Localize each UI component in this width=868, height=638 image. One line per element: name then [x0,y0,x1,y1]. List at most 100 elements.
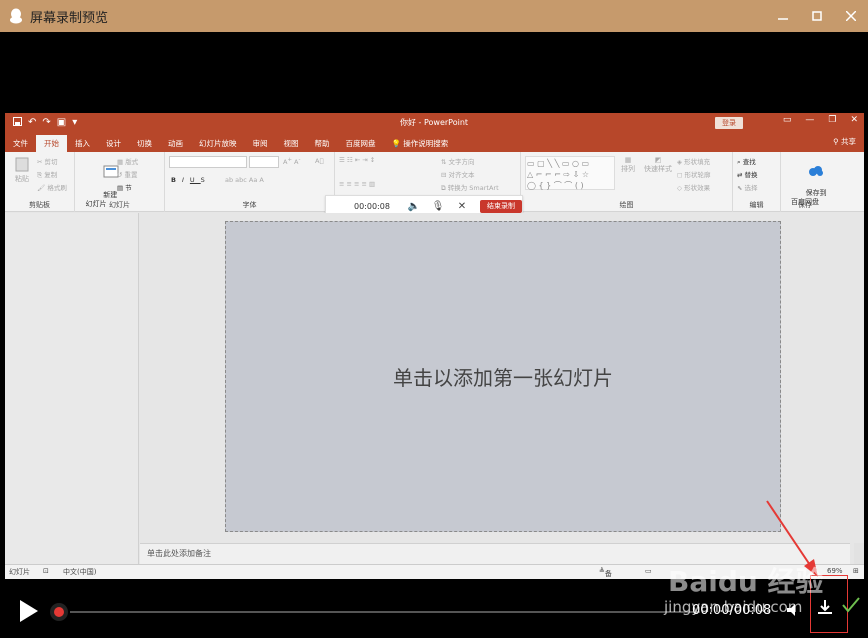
customize-qat-icon[interactable]: ▾ [72,117,77,129]
tab-slideshow[interactable]: 幻灯片放映 [191,135,245,152]
clear-format-icon[interactable]: A⃠ [315,157,323,165]
maximize-button[interactable] [800,0,834,32]
normal-view-icon[interactable]: ▭ [645,567,652,575]
format-painter-button[interactable]: 🖌 格式刷 [37,182,67,192]
grow-font-icon[interactable]: A+ A- [283,157,300,166]
font-size-select[interactable] [249,156,279,168]
quick-styles-label: 快速样式 [644,165,672,173]
close-recording-icon[interactable]: ✕ [450,201,474,212]
align-text-button[interactable]: ⊟ 对齐文本 [441,169,475,179]
undo-icon[interactable]: ↶ [28,117,36,129]
editing-group-label: 编辑 [749,201,764,209]
shape-outline-button[interactable]: ◻ 形状轮廓 [677,169,710,179]
slide-placeholder-text[interactable]: 单击以添加第一张幻灯片 [393,362,613,391]
tab-home[interactable]: 开始 [36,135,67,152]
tell-me-search[interactable]: 💡 操作说明搜索 [384,135,457,152]
ppt-close-icon[interactable]: ✕ [850,115,858,125]
replace-button[interactable]: ⇄ 替换 [737,169,758,179]
section-button[interactable]: ▤ 节 [117,182,132,192]
zoom-level[interactable]: 69% [827,567,843,575]
tab-transitions[interactable]: 切换 [129,135,160,152]
close-button[interactable] [834,0,868,32]
reset-label: 重置 [124,171,138,179]
shape-effects-button[interactable]: ◇ 形状效果 [677,182,710,192]
select-button[interactable]: ⬉ 选择 [737,182,758,192]
font-style-buttons[interactable]: BIUS [171,176,211,184]
group-slides: 新建 幻灯片 ▦ 版式 ↺ 重置 ▤ 节 幻灯片 [75,152,165,212]
start-from-beginning-icon[interactable]: ▣ [57,117,66,129]
ppt-doc-title: 你好 - PowerPoint [400,118,469,127]
cloud-icon [809,166,824,176]
tab-insert[interactable]: 插入 [67,135,98,152]
stop-recording-button[interactable]: 结束录制 [480,199,522,213]
font-name-select[interactable] [169,156,247,168]
minimize-button[interactable] [766,0,800,32]
play-icon[interactable] [20,600,38,622]
tell-me-label: 操作说明搜索 [403,139,449,148]
copy-button[interactable]: ⎘ 复制 [37,169,57,180]
tab-baidu-netdisk[interactable]: 百度网盘 [338,135,384,152]
find-button[interactable]: ⌕ 查找 [737,156,756,167]
paste-button[interactable]: 粘贴 [11,156,33,184]
tab-file[interactable]: 文件 [5,135,36,152]
shape-fill-button[interactable]: ◈ 形状填充 [677,156,710,166]
share-label: 共享 [841,137,856,146]
shape-outline-label: 形状轮廓 [684,171,711,179]
ppt-restore-icon[interactable]: ❐ [828,115,836,125]
smartart-label: 转换为 SmartArt [447,184,499,192]
notes-toggle[interactable]: ≜ 备注 [599,567,612,578]
arrange-button[interactable]: ▦ 排列 [617,156,639,174]
save-icon[interactable] [13,117,22,129]
redo-icon[interactable]: ↷ [42,117,50,129]
ppt-minimize-icon[interactable]: — [805,115,814,125]
ribbon-display-options-icon[interactable]: ▭ [783,115,792,125]
tab-review[interactable]: 审阅 [245,135,276,152]
shapes-gallery[interactable]: ▭ ▢ ╲ ╲ ▭ ○ ▭ △ ⌐ ⌐ ⌐ ⇨ ⇩ ☆ ◯ { } ⌒ ⌒ ( ) [525,156,615,190]
microphone-icon[interactable]: 🎙 [426,201,450,212]
cut-label: 剪切 [44,158,58,166]
share-button[interactable]: ⚲ 共享 [833,136,856,147]
fit-slide-icon[interactable]: ⊞ [853,567,859,575]
reset-button[interactable]: ↺ 重置 [117,169,138,179]
tab-animations[interactable]: 动画 [160,135,191,152]
tab-help[interactable]: 帮助 [307,135,338,152]
drawing-group-label: 绘图 [619,201,634,209]
progress-bar[interactable] [70,611,700,613]
group-drawing: ▭ ▢ ╲ ╲ ▭ ○ ▭ △ ⌐ ⌐ ⌐ ⇨ ⇩ ☆ ◯ { } ⌒ ⌒ ( ) … [521,152,733,212]
group-clipboard: 粘贴 ✂ 剪切 ⎘ 复制 🖌 格式刷 剪贴板 [5,152,75,212]
spellcheck-icon[interactable]: ⊡ [43,567,49,575]
quick-styles-button[interactable]: ◩ 快速样式 [641,156,675,174]
arrange-label: 排列 [621,165,635,173]
notes-toggle-label: 备注 [604,570,612,578]
progress-handle[interactable] [50,603,68,621]
powerpoint-frame: ↶ ↷ ▣ ▾ 你好 - PowerPoint 登录 ▭ — ❐ ✕ 文件 开始… [5,113,864,579]
tab-view[interactable]: 视图 [276,135,307,152]
section-label: 节 [125,184,132,192]
cut-button[interactable]: ✂ 剪切 [37,156,58,166]
recording-time: 00:00:08 [354,201,390,211]
char-spacing-icon[interactable]: ab abc Aa A [225,176,264,184]
workspace: 单击以添加第一张幻灯片 单击此处添加备注 [5,213,864,564]
slide-canvas[interactable]: 单击以添加第一张幻灯片 [225,221,781,532]
group-editing: ⌕ 查找 ⇄ 替换 ⬉ 选择 编辑 [733,152,781,212]
text-direction-button[interactable]: ⇅ 文字方向 [441,156,475,166]
baidu-watermark: Baidu 经验 [668,565,824,598]
layout-button[interactable]: ▦ 版式 [117,156,138,166]
slide-thumbnails-pane[interactable] [5,213,139,564]
window-title: 屏幕录制预览 [30,10,109,26]
login-button[interactable]: 登录 [715,117,743,129]
bullets-icon[interactable]: ☰ ☷ ⇤ ⇥ ↕ [339,156,375,164]
format-painter-label: 格式刷 [47,184,67,192]
download-icon[interactable] [817,599,833,619]
language-indicator[interactable]: 中文(中国) [63,567,96,577]
save-group-label: 保存 [798,201,812,209]
group-font: A+ A- A⃠ BIUS ab abc Aa A 字体 [165,152,335,212]
speaker-icon[interactable]: 🔈 [402,201,426,212]
vertical-scrollbar[interactable] [854,543,864,564]
copy-label: 复制 [44,171,58,179]
align-buttons[interactable]: ≡ ≡ ≡ ≡ ▥ [339,180,375,188]
text-direction-label: 文字方向 [448,158,475,166]
confirm-check-icon[interactable] [842,597,860,618]
tab-design[interactable]: 设计 [98,135,129,152]
smartart-button[interactable]: ⧉ 转换为 SmartArt [441,182,499,193]
